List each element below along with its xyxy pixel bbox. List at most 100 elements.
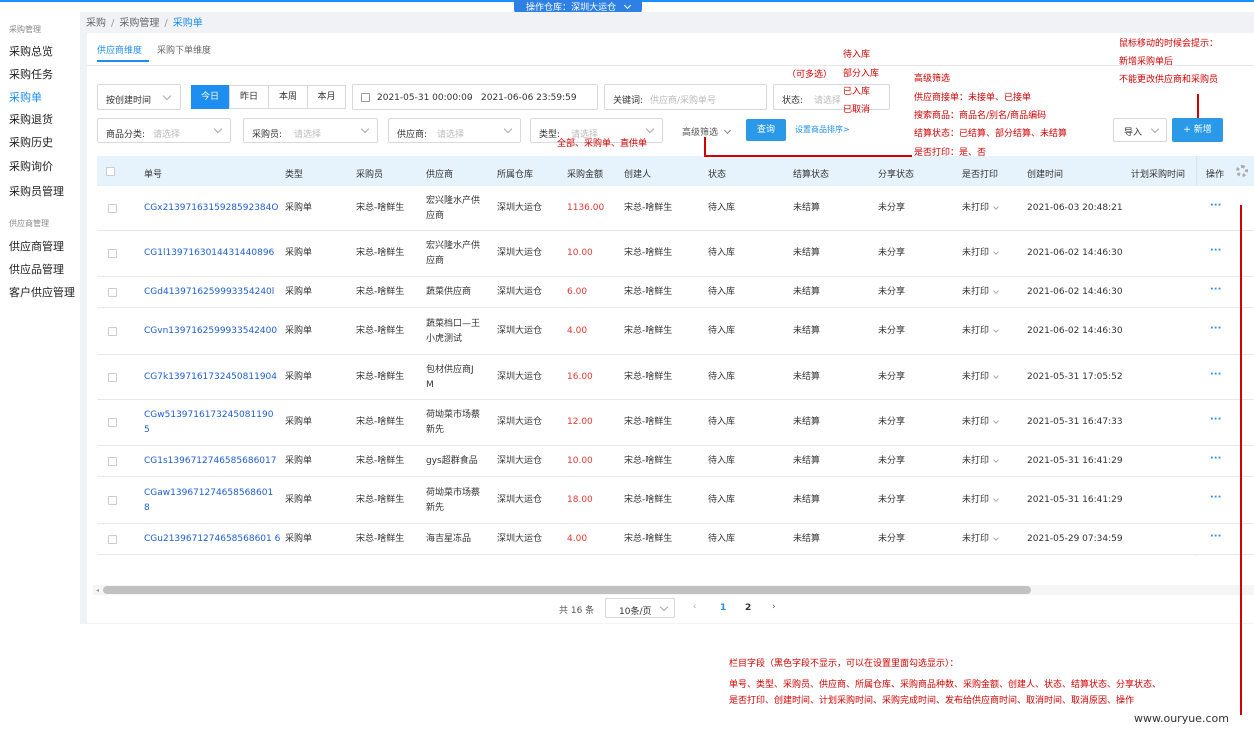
time-type-select[interactable]: 按创建时间 <box>97 84 181 110</box>
col-created: 创建时间 <box>1027 170 1064 180</box>
row-checkbox[interactable] <box>108 418 117 427</box>
sort-settings-link[interactable]: 设置商品排序> <box>795 124 850 135</box>
advanced-filter-label: 高级筛选 <box>682 128 719 138</box>
supplier-select[interactable]: 供应商: 请选择 <box>388 118 521 143</box>
buyer-placeholder: 请选择 <box>294 130 322 140</box>
order-number-link-line: CGw5139716173245081190 <box>144 410 274 420</box>
row-checkbox[interactable] <box>108 534 117 544</box>
sidebar-item-orders[interactable]: 采购单 <box>9 89 42 105</box>
more-actions-icon[interactable]: ··· <box>1210 200 1221 211</box>
more-actions-icon[interactable]: ··· <box>1210 245 1221 256</box>
keyword-search[interactable]: 关键词: 供应商/采购单号 <box>604 84 767 110</box>
sidebar-item-history[interactable]: 采购历史 <box>9 134 53 150</box>
order-number-link[interactable]: CGd4139716259993354240l <box>144 285 274 300</box>
sidebar-item-suppliers[interactable]: 供应商管理 <box>9 238 64 254</box>
row-print[interactable]: 未打印 <box>962 532 989 547</box>
sidebar-item-tasks[interactable]: 采购任务 <box>9 66 53 82</box>
row-settle: 未结算 <box>793 533 821 544</box>
row-print[interactable]: 未打印 <box>962 246 989 261</box>
tab-supplier-dimension[interactable]: 供应商维度 <box>97 43 142 56</box>
row-buyer: 宋总-啥鲜生 <box>356 202 405 213</box>
order-number-link[interactable]: CGw5139716173245081190 5 <box>144 408 274 438</box>
sidebar-item-buyers[interactable]: 采购员管理 <box>9 183 64 199</box>
breadcrumb-l2[interactable]: 采购管理 <box>119 18 159 29</box>
row-checkbox[interactable] <box>108 203 117 213</box>
scroll-left-icon[interactable]: ◂ <box>96 587 99 594</box>
order-number-link[interactable]: CG1l1397163014431440896 <box>144 246 274 261</box>
quick-month-button[interactable]: 本月 <box>307 85 346 109</box>
buyer-select[interactable]: 采购员: 请选择 <box>243 118 378 143</box>
order-number-link[interactable]: CGu2139671274658568601 6 <box>144 532 280 547</box>
row-checkbox[interactable] <box>108 249 117 258</box>
annotation-connector-h <box>704 155 912 157</box>
row-created: 2021-05-29 07:34:59 <box>1027 533 1123 544</box>
page-2[interactable]: 2 <box>745 603 751 613</box>
row-print[interactable]: 未打印 <box>962 415 989 430</box>
row-warehouse: 深圳大运仓 <box>497 455 543 466</box>
keyword-input[interactable]: 供应商/采购单号 <box>650 93 716 106</box>
row-checkbox[interactable] <box>108 495 117 505</box>
annotation-hover-tip-1: 鼠标移动的时候会提示： <box>1119 39 1219 49</box>
order-number-link[interactable]: CG7k1397161732450811904 <box>144 370 277 385</box>
quick-today-button[interactable]: 今日 <box>191 85 229 109</box>
order-number-link[interactable]: CGx2139716315928592384O <box>144 201 278 216</box>
gear-icon[interactable] <box>1236 165 1248 177</box>
status-select[interactable]: 状态: 请选择 <box>773 84 890 110</box>
row-buyer: 宋总-啥鲜生 <box>356 494 405 505</box>
order-number-link[interactable]: CGaw139671274658568601 8 <box>144 486 273 516</box>
sidebar-item-customer-supply[interactable]: 客户供应管理 <box>9 284 75 300</box>
annotation-columns-list-2: 是否打印、创建时间、计划采购时间、采购完成时间、发布给供应商时间、取消时间、取消… <box>729 696 1135 706</box>
row-checkbox[interactable] <box>108 456 117 466</box>
chevron-down-icon <box>723 126 731 135</box>
date-range-picker[interactable]: 2021-05-31 00:00:00 - 2021-06-06 23:59:5… <box>352 84 598 110</box>
tab-order-dimension[interactable]: 采购下单维度 <box>157 43 211 56</box>
query-button[interactable]: 查询 <box>746 119 786 141</box>
order-number-link-line: 8 <box>144 502 150 513</box>
next-page-icon[interactable]: › <box>772 602 776 612</box>
row-created: 2021-05-31 16:41:29 <box>1027 494 1123 505</box>
row-print[interactable]: 未打印 <box>962 370 989 385</box>
scrollbar-thumb[interactable] <box>103 586 1031 594</box>
row-checkbox[interactable] <box>108 326 117 336</box>
row-print[interactable]: 未打印 <box>962 324 989 339</box>
row-print[interactable]: 未打印 <box>962 454 989 469</box>
row-print[interactable]: 未打印 <box>962 493 989 508</box>
page-1[interactable]: 1 <box>720 603 726 613</box>
more-actions-icon[interactable]: ··· <box>1210 531 1221 542</box>
breadcrumb-l1[interactable]: 采购 <box>86 18 106 29</box>
more-actions-icon[interactable]: ··· <box>1210 323 1221 334</box>
more-actions-icon[interactable]: ··· <box>1210 284 1221 295</box>
chevron-down-icon <box>659 602 669 612</box>
quick-week-button[interactable]: 本周 <box>268 85 308 109</box>
order-number-link[interactable]: CG1s1396712746585686017 <box>144 454 276 469</box>
row-checkbox[interactable] <box>108 287 117 297</box>
prev-page-icon[interactable]: ‹ <box>693 602 697 612</box>
category-select[interactable]: 商品分类: 请选择 <box>97 118 231 143</box>
annotation-columns-title: 栏目字段（黑色字段不显示，可以在设置里面勾选显示）： <box>729 659 959 669</box>
col-amount: 采购金额 <box>567 170 604 180</box>
import-button[interactable]: 导入 <box>1113 118 1167 142</box>
sidebar-item-overview[interactable]: 采购总览 <box>9 43 53 59</box>
select-all-checkbox[interactable] <box>106 167 115 176</box>
annotation-arrow-new <box>1197 94 1199 118</box>
more-actions-icon[interactable]: ··· <box>1210 414 1221 425</box>
more-actions-icon[interactable]: ··· <box>1210 492 1221 503</box>
page-size-select[interactable]: 10条/页 <box>605 598 675 618</box>
new-order-button[interactable]: + 新增 <box>1172 118 1223 142</box>
row-print[interactable]: 未打印 <box>962 285 989 300</box>
more-actions-icon[interactable]: ··· <box>1210 453 1221 464</box>
order-number-link[interactable]: CGvn1397162599933542400 <box>144 324 277 339</box>
col-action: 操作 <box>1206 170 1225 180</box>
page-size-value: 10条/页 <box>619 607 652 617</box>
annotation-multi-select: （可多选） <box>787 70 833 80</box>
row-warehouse: 深圳大运仓 <box>497 494 543 505</box>
sidebar-item-supply-goods[interactable]: 供应品管理 <box>9 261 64 277</box>
row-status: 待入库 <box>708 417 736 427</box>
row-created: 2021-05-31 16:41:29 <box>1027 455 1123 466</box>
row-print[interactable]: 未打印 <box>962 201 989 216</box>
more-actions-icon[interactable]: ··· <box>1210 369 1221 380</box>
sidebar-item-returns[interactable]: 采购退货 <box>9 111 53 127</box>
sidebar-item-inquiry[interactable]: 采购询价 <box>9 158 53 174</box>
quick-yesterday-button[interactable]: 昨日 <box>229 85 269 109</box>
row-checkbox[interactable] <box>108 372 117 382</box>
